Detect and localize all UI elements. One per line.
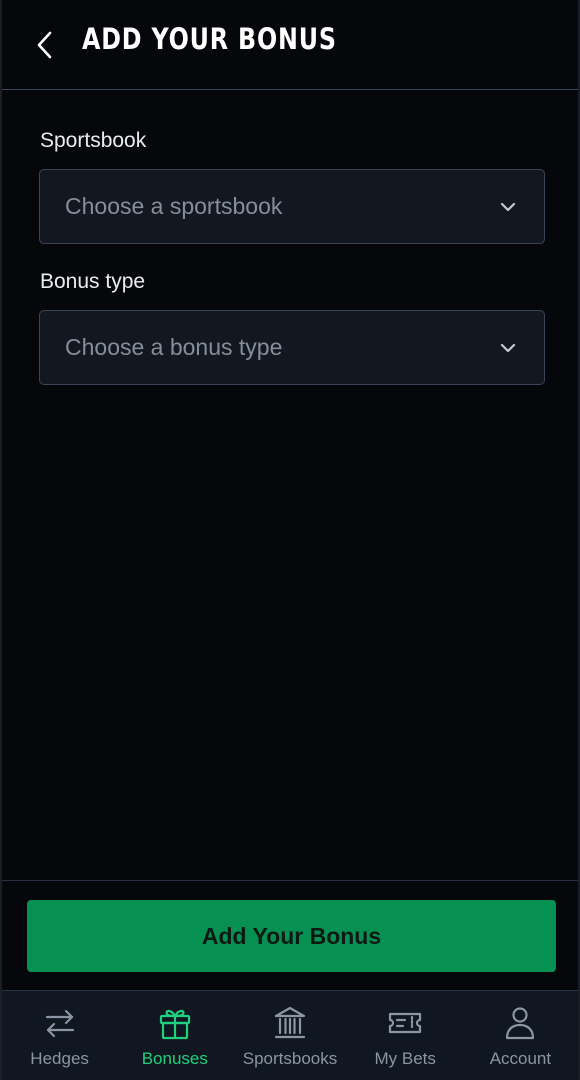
- user-icon: [506, 1007, 535, 1040]
- back-button[interactable]: [30, 27, 58, 63]
- nav-label-sportsbooks: Sportsbooks: [242, 1049, 338, 1068]
- chevron-down-icon: [500, 202, 516, 212]
- nav-item-bonuses[interactable]: Bonuses: [117, 991, 232, 1080]
- page-title: ADD YOUR BONUS: [82, 22, 337, 56]
- bonus-type-placeholder: Choose a bonus type: [65, 334, 283, 360]
- sportsbook-placeholder: Choose a sportsbook: [65, 193, 283, 219]
- bank-icon: [274, 1006, 306, 1039]
- nav-item-account[interactable]: Account: [463, 991, 578, 1080]
- chevron-left-icon: [37, 31, 52, 59]
- add-bonus-button[interactable]: Add Your Bonus: [27, 900, 556, 972]
- swap-arrows-icon: [45, 1009, 74, 1038]
- sportsbook-label: Sportsbook: [40, 129, 147, 152]
- nav-item-my-bets[interactable]: My Bets: [348, 991, 463, 1080]
- nav-label-account: Account: [489, 1049, 552, 1068]
- nav-item-sportsbooks[interactable]: Sportsbooks: [232, 991, 347, 1080]
- nav-item-hedges[interactable]: Hedges: [2, 991, 117, 1080]
- top-header: ADD YOUR BONUS: [2, 0, 578, 90]
- sportsbook-select[interactable]: Choose a sportsbook: [39, 169, 545, 244]
- ticket-icon: [389, 1012, 422, 1034]
- app-screen: ADD YOUR BONUS Sportsbook Choose a sport…: [0, 0, 580, 1080]
- bonus-type-select[interactable]: Choose a bonus type: [39, 310, 545, 385]
- bonus-type-label: Bonus type: [40, 270, 146, 293]
- gift-icon: [159, 1009, 190, 1040]
- nav-label-bonuses: Bonuses: [141, 1049, 208, 1068]
- chevron-down-icon: [500, 343, 516, 353]
- bottom-nav: Hedges Bonuses Sportsbooks My Bets Accou…: [2, 990, 578, 1080]
- nav-label-my-bets: My Bets: [374, 1049, 436, 1068]
- nav-label-hedges: Hedges: [30, 1049, 89, 1068]
